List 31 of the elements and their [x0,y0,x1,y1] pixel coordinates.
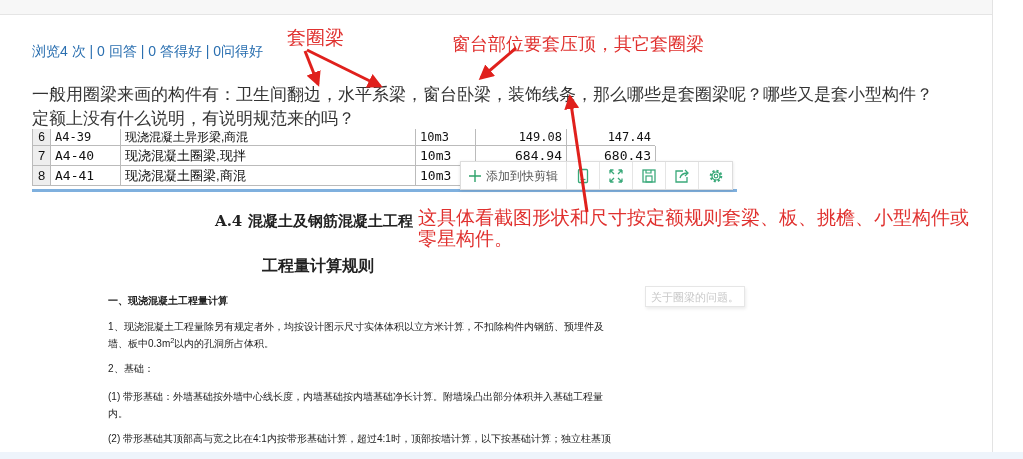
table-cell: A4-41 [51,166,121,185]
save-icon [641,167,657,184]
tablet-icon [575,167,591,184]
document-line: (1) 带形基础：外墙基础按外墙中心线长度，内墙基础按内墙基础净长计算。附墙垛凸出部分体积并入基础工程量 [108,390,603,404]
document-line: 1、现浇混凝土工程量除另有规定者外，均按设计图示尺寸实体体积以立方米计算，不扣除构件内钢筋、预埋件及 [108,320,604,334]
document-subheading: 工程量计算规则 [262,255,374,277]
table-cell: A4-40 [51,146,121,165]
document-heading: A.4 混凝土及钢筋混凝土工程 [215,211,413,232]
table-cell: 147.44 [567,129,655,145]
document-line: 内。 [108,407,128,421]
table-cell: 149.08 [476,129,567,145]
table-cell: 8 [33,166,51,185]
expand-icon [608,167,624,184]
document-line: (2) 带形基础其顶部高与宽之比在4:1内按带形基础计算，超过4:1时，顶部按墙计算，以下按基础计算；独立柱基顶 [108,432,611,446]
table-cell: A4-39 [51,129,121,145]
question-stats: 浏览4 次 | 0 回答 | 0 答得好 | 0问得好 [32,42,264,61]
table-cell: 6 [33,129,51,145]
settings-icon [707,167,724,184]
annotation-text: 套圈梁 [287,26,344,48]
share-icon [674,167,690,184]
document-line: 墙、板中0.3m$^{2}$以内的孔洞所占体积。 [108,337,275,351]
section-title: 一、现浇混凝土工程量计算 [108,294,228,308]
table-cell: 现浇混凝土圈梁,现拌 [121,146,416,165]
add-to-clip-button[interactable]: 添加到快剪辑 [461,162,567,189]
table-cell: 7 [33,146,51,165]
annotation-text: 这具体看截图形状和尺寸按定额规则套梁、板、挑檐、小型构件或零星构件。 [418,207,970,249]
table-cell: 现浇混凝土圈梁,商混 [121,166,416,185]
document-line: 2、基础： [108,362,154,376]
table-cell: 10m3 [416,129,476,145]
table-cell: 现浇混凝土异形梁,商混 [121,129,416,145]
plus-icon [469,169,481,182]
